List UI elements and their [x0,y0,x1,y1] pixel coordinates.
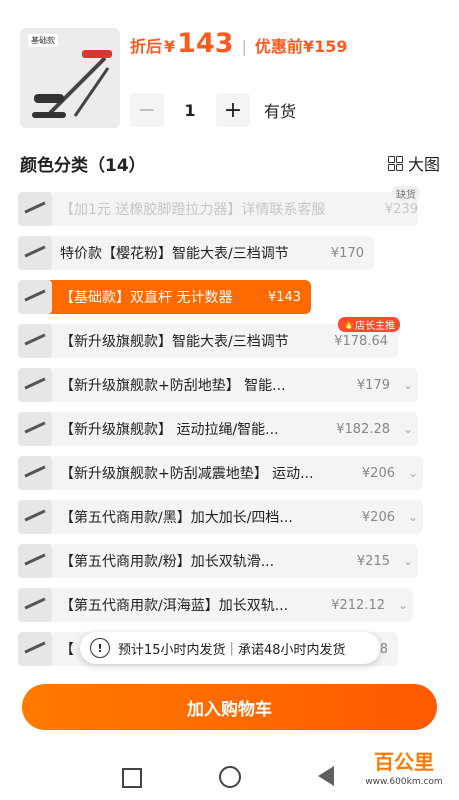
option-thumbnail [18,456,52,490]
product-header: 基础款 折后 ¥ 143 | 优惠前 ¥159 − 1 + 有货 [0,0,459,150]
option-price: ¥239 [384,201,418,217]
shipping-toast: ! 预计15小时内发货 | 承诺48小时内发货 [80,632,380,664]
color-category-header: 颜色分类（14） 大图 [20,150,440,176]
large-view-toggle[interactable]: 大图 [387,151,440,175]
option-price: ¥206 [361,465,395,481]
toast-text-2: 承诺48小时内发货 [237,642,346,658]
stock-status: 有货 [264,102,297,121]
option-price: ¥182.28 [336,421,390,437]
option-item[interactable]: 【第五代商用款/粉】加长双轨滑... ¥215 ⌄ [18,544,418,578]
decrease-button[interactable]: − [130,93,164,127]
option-label: 【新升级旗舰款】智能大表/三档调节 [60,334,289,350]
option-price: ¥215 [356,553,390,569]
recommend-badge-label: 店长主推 [355,321,395,332]
option-thumbnail [18,368,52,402]
fire-icon: 🔥 [342,319,355,330]
option-label: 【新升级旗舰款+防刮地垫】 智能... [60,378,286,394]
thumbnail-tag: 基础款 [28,34,58,47]
section-title: 颜色分类（14） [20,155,146,176]
option-item[interactable]: 【新升级旗舰款】智能大表/三档调节 ¥178.64 🔥 店长主推 [18,317,400,358]
toast-text-1: 预计15小时内发货 [118,642,226,658]
chevron-down-icon: ⌄ [402,422,414,436]
option-label: 【基础款】双直杆 无计数器 [60,290,233,306]
option-thumbnail [18,632,52,666]
option-thumbnail [18,236,52,270]
option-label: 【第五代商用款/洱海蓝】加长双轨... [60,598,289,614]
watermark-url: www.600km.com [365,777,443,787]
quantity-stepper: − 1 + 有货 [130,92,296,128]
currency-symbol: ¥ [164,37,176,56]
option-label: 【第五代商用款/粉】加长双轨滑... [60,554,275,570]
option-price: 8 [379,641,388,657]
option-price: ¥179 [356,377,390,393]
option-item[interactable]: 【加1元 送橡胶脚蹬拉力器】详情联系客服 ¥239 缺货 [18,186,420,226]
increase-button[interactable]: + [216,93,250,127]
option-thumbnail [18,588,52,622]
grid-icon [387,156,403,171]
chevron-down-icon: ⌄ [402,378,414,392]
option-thumbnail [18,412,52,446]
option-item-selected[interactable]: 【基础款】双直杆 无计数器 ¥143 [18,280,311,314]
large-view-label: 大图 [407,155,440,174]
option-item[interactable]: 【新升级旗舰款+防刮地垫】 智能... ¥179 ⌄ [18,368,418,402]
original-price: ¥159 [302,37,348,56]
add-to-cart-button[interactable]: 加入购物车 [22,684,437,730]
option-item[interactable]: 【第五代商用款/洱海蓝】加长双轨... ¥212.12 ⌄ [18,588,413,622]
recommend-badge: 🔥 店长主推 [337,317,400,332]
toast-separator: | [229,640,234,656]
chevron-down-icon: ⌄ [407,466,419,480]
option-label: 【新升级旗舰款】 运动拉绳/智能... [60,422,279,438]
discount-price: 143 [177,28,234,59]
price-row: 折后 ¥ 143 | 优惠前 ¥159 [130,28,348,59]
back-icon[interactable] [318,766,334,786]
home-icon[interactable] [219,766,241,788]
chevron-down-icon: ⌄ [407,510,419,524]
sold-out-badge: 缺货 [392,186,420,201]
discount-label: 折后 [130,37,163,56]
option-item[interactable]: 特价款【樱花粉】智能大表/三档调节 ¥170 [18,236,374,270]
chevron-down-icon: ⌄ [402,554,414,568]
option-item[interactable]: 【第五代商用款/黑】加大加长/四档... ¥206 ⌄ [18,500,423,534]
option-label: 特价款【樱花粉】智能大表/三档调节 [60,246,289,262]
option-price: ¥178.64 [334,333,388,349]
option-price: ¥143 [267,289,301,305]
option-label: 【加1元 送橡胶脚蹬拉力器】详情联系客服 [60,202,326,218]
option-thumbnail [18,192,52,226]
option-thumbnail [18,500,52,534]
quantity-value[interactable]: 1 [164,101,216,120]
recent-apps-icon[interactable] [122,768,142,788]
option-price: ¥170 [330,245,364,261]
chevron-down-icon: ⌄ [397,598,409,612]
info-icon: ! [90,638,110,658]
option-thumbnail [18,324,52,358]
option-label: 【第五代商用款/黑】加大加长/四档... [60,510,293,526]
original-label: 优惠前 [254,37,303,56]
option-price: ¥212.12 [331,597,385,613]
option-item[interactable]: 【新升级旗舰款+防刮减震地垫】 运动... ¥206 ⌄ [18,456,423,490]
option-thumbnail [18,280,52,314]
watermark-logo: 百公里 www.600km.com [350,748,458,800]
price-separator: | [241,37,247,56]
option-label: 【新升级旗舰款+防刮减震地垫】 运动... [60,466,314,482]
watermark-brand: 百公里 [374,750,434,774]
option-price: ¥206 [361,509,395,525]
product-thumbnail[interactable]: 基础款 [20,28,120,128]
option-item[interactable]: 【新升级旗舰款】 运动拉绳/智能... ¥182.28 ⌄ [18,412,418,446]
option-thumbnail [18,544,52,578]
